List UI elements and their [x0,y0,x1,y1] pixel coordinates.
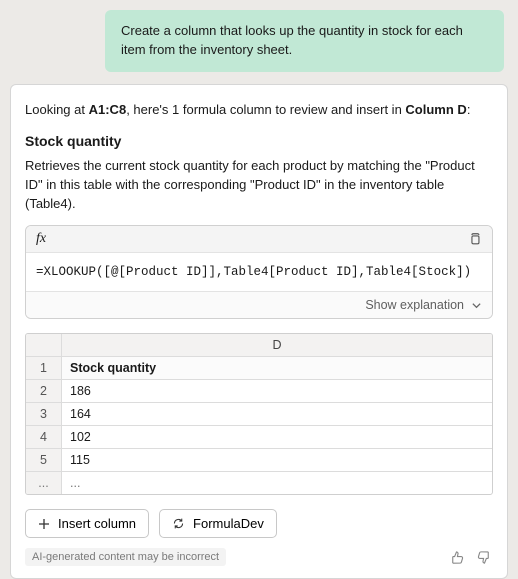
ai-disclaimer: AI-generated content may be incorrect [25,548,226,566]
fx-bar: fx [26,226,492,253]
formula-text[interactable]: =XLOOKUP([@[Product ID]],Table4[Product … [26,253,492,292]
table-row: 5 115 [26,448,492,471]
table-row: 4 102 [26,425,492,448]
refresh-icon [172,517,185,530]
show-explanation-toggle[interactable]: Show explanation [26,292,492,318]
formuladev-label: FormulaDev [193,516,264,531]
thumbs-up-icon[interactable] [447,548,465,566]
row-number: 3 [26,403,62,425]
table-row: 2 186 [26,379,492,402]
intro-range: A1:C8 [89,102,127,117]
intro-prefix: Looking at [25,102,89,117]
table-row: 1 Stock quantity [26,356,492,379]
intro-mid: , here's 1 formula column to review and … [126,102,405,117]
intro-suffix: : [467,102,471,117]
formula-description: Retrieves the current stock quantity for… [25,157,493,214]
row-number: 1 [26,357,62,379]
table-row: 3 164 [26,402,492,425]
row-number-header [26,334,62,356]
cell: 164 [62,403,492,425]
copy-icon[interactable] [468,232,482,246]
section-title: Stock quantity [25,133,493,149]
row-number: ... [26,472,62,494]
formula-box: fx =XLOOKUP([@[Product ID]],Table4[Produ… [25,225,493,319]
feedback-controls [447,548,493,566]
user-prompt-bubble: Create a column that looks up the quanti… [105,10,504,72]
insert-column-button[interactable]: Insert column [25,509,149,538]
chevron-down-icon [470,299,482,311]
card-footer: Insert column FormulaDev [25,509,493,538]
response-card: Looking at A1:C8, here's 1 formula colum… [10,84,508,579]
intro-line: Looking at A1:C8, here's 1 formula colum… [25,101,493,119]
row-number: 4 [26,426,62,448]
row-number: 2 [26,380,62,402]
cell: Stock quantity [62,357,492,379]
table-row-ellipsis: ... ... [26,471,492,494]
cell: ... [62,472,492,494]
disclaimer-row: AI-generated content may be incorrect [25,548,493,566]
cell: 115 [62,449,492,471]
show-explanation-label: Show explanation [365,298,464,312]
cell: 186 [62,380,492,402]
plus-icon [38,518,50,530]
thumbs-down-icon[interactable] [475,548,493,566]
formuladev-button[interactable]: FormulaDev [159,509,277,538]
cell: 102 [62,426,492,448]
row-number: 5 [26,449,62,471]
insert-column-label: Insert column [58,516,136,531]
user-prompt-text: Create a column that looks up the quanti… [121,23,463,57]
column-header: D [62,334,492,356]
fx-label: fx [36,231,46,247]
table-header-row: D [26,334,492,356]
intro-target: Column D [405,102,466,117]
preview-table: D 1 Stock quantity 2 186 3 164 4 102 5 1… [25,333,493,495]
